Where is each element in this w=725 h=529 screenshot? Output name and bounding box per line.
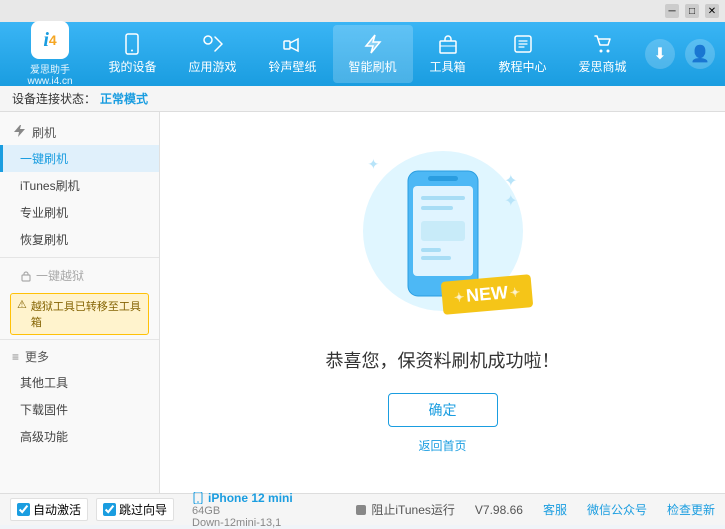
nav-ringtone-label: 铃声壁纸 xyxy=(268,58,316,75)
stop-itunes-button[interactable]: 阻止iTunes运行 xyxy=(355,501,455,518)
bottom-right: 阻止iTunes运行 V7.98.66 客服 微信公众号 检查更新 xyxy=(355,501,715,518)
nav-apps-icon xyxy=(201,33,223,55)
more-section-label: 更多 xyxy=(25,348,49,365)
back-link[interactable]: 返回首页 xyxy=(418,437,466,454)
auto-flash-check[interactable] xyxy=(17,503,30,516)
sidebar-divider-2 xyxy=(0,339,159,340)
phone-icon xyxy=(192,492,204,504)
maximize-button[interactable]: □ xyxy=(685,4,699,18)
nav-device-label: 我的设备 xyxy=(108,58,156,75)
sidebar-warning: ⚠ 越狱工具已转移至工具箱 xyxy=(10,293,149,335)
decoration-stars: ✦✦ xyxy=(504,171,517,211)
nav-toolbox-label: 工具箱 xyxy=(430,58,466,75)
auto-flash-checkbox[interactable]: 自动激活 xyxy=(10,498,88,521)
jailbreak-label: 一键越狱 xyxy=(36,267,84,284)
update-link[interactable]: 检查更新 xyxy=(667,501,715,518)
confirm-button[interactable]: 确定 xyxy=(388,393,498,427)
nav-apps-games[interactable]: 应用游戏 xyxy=(172,25,252,83)
sidebar-item-restore-flash[interactable]: 恢复刷机 xyxy=(0,226,159,253)
nav-my-device[interactable]: 我的设备 xyxy=(92,25,172,83)
nav-tutorial-icon xyxy=(512,33,534,55)
logo-name: 爱思助手 xyxy=(30,61,70,76)
skip-wizard-checkbox[interactable]: 跳过向导 xyxy=(96,498,174,521)
sidebar-item-other-tools[interactable]: 其他工具 xyxy=(0,369,159,396)
bottom-bar: 自动激活 跳过向导 iPhone 12 mini 64GB Down-12min… xyxy=(0,493,725,525)
nav-flash-label: 智能刷机 xyxy=(349,58,397,75)
decoration-star-left: ✦ xyxy=(368,156,380,173)
skip-wizard-check[interactable] xyxy=(103,503,116,516)
sidebar: 刷机 一键刷机 iTunes刷机 专业刷机 恢复刷机 一键越狱 ⚠ 越狱工具已转… xyxy=(0,112,160,493)
warning-icon: ⚠ xyxy=(17,298,27,311)
nav-ringtone-icon xyxy=(281,33,303,55)
device-name: iPhone 12 mini xyxy=(208,491,293,505)
content-area: ✦ NEW ✦ ✦✦ ✦ 恭喜您，保资料刷机成功啦！ 确定 返回首页 xyxy=(160,112,725,493)
more-section-icon: ≡ xyxy=(12,350,19,364)
sidebar-divider-1 xyxy=(0,257,159,258)
nav-bar: 我的设备 应用游戏 铃声壁纸 xyxy=(90,25,645,83)
status-bar: 设备连接状态： 正常模式 xyxy=(0,86,725,112)
download-button[interactable]: ⬇ xyxy=(645,39,675,69)
nav-store-label: 爱思商城 xyxy=(579,58,627,75)
flash-section-header: 刷机 xyxy=(0,120,159,145)
minimize-button[interactable]: ─ xyxy=(665,4,679,18)
nav-store[interactable]: 爱思商城 xyxy=(563,25,643,83)
status-value: 正常模式 xyxy=(100,90,148,107)
more-section-header: ≡ 更多 xyxy=(0,344,159,369)
nav-flash-icon xyxy=(362,33,384,55)
nav-tutorial-label: 教程中心 xyxy=(499,58,547,75)
nav-store-icon xyxy=(592,33,614,55)
success-text: 恭喜您，保资料刷机成功啦！ xyxy=(326,347,560,373)
nav-tutorial[interactable]: 教程中心 xyxy=(483,25,563,83)
flash-section-label: 刷机 xyxy=(32,124,56,141)
nav-toolbox-icon xyxy=(437,33,459,55)
main-layout: 刷机 一键刷机 iTunes刷机 专业刷机 恢复刷机 一键越狱 ⚠ 越狱工具已转… xyxy=(0,112,725,493)
nav-toolbox[interactable]: 工具箱 xyxy=(413,25,483,83)
nav-device-icon xyxy=(121,33,143,55)
wechat-link[interactable]: 微信公众号 xyxy=(587,501,647,518)
skip-wizard-label: 跳过向导 xyxy=(119,501,167,518)
sidebar-item-pro-flash[interactable]: 专业刷机 xyxy=(0,199,159,226)
header-right: ⬇ 👤 xyxy=(645,39,715,69)
logo-icon: i4 xyxy=(31,21,69,59)
nav-ringtone[interactable]: 铃声壁纸 xyxy=(252,25,332,83)
sidebar-item-jailbreak: 一键越狱 xyxy=(0,262,159,289)
new-badge: ✦ NEW ✦ xyxy=(441,274,534,315)
stop-itunes-label: 阻止iTunes运行 xyxy=(371,501,455,518)
warning-text: 越狱工具已转移至工具箱 xyxy=(31,298,142,330)
success-illustration: ✦ NEW ✦ ✦✦ ✦ xyxy=(353,151,533,331)
flash-section-icon xyxy=(12,124,26,141)
sidebar-item-itunes-flash[interactable]: iTunes刷机 xyxy=(0,172,159,199)
flash-section: 刷机 一键刷机 iTunes刷机 专业刷机 恢复刷机 xyxy=(0,120,159,253)
auto-flash-label: 自动激活 xyxy=(33,501,81,518)
stop-icon xyxy=(355,504,367,516)
service-link[interactable]: 客服 xyxy=(543,501,567,518)
logo: i4 爱思助手 www.i4.cn xyxy=(10,21,90,87)
device-storage: 64GB xyxy=(192,505,347,517)
nav-apps-label: 应用游戏 xyxy=(188,58,236,75)
sidebar-item-download-firmware[interactable]: 下载固件 xyxy=(0,396,159,423)
title-bar: ─ □ ✕ xyxy=(0,0,725,22)
more-section: ≡ 更多 其他工具 下载固件 高级功能 xyxy=(0,344,159,450)
user-button[interactable]: 👤 xyxy=(685,39,715,69)
version-text: V7.98.66 xyxy=(475,503,523,517)
header: i4 爱思助手 www.i4.cn 我的设备 应用游戏 xyxy=(0,22,725,86)
lock-icon xyxy=(20,270,32,282)
status-label: 设备连接状态： xyxy=(12,90,96,107)
close-button[interactable]: ✕ xyxy=(705,4,719,18)
nav-smart-flash[interactable]: 智能刷机 xyxy=(333,25,413,83)
logo-url: www.i4.cn xyxy=(27,76,72,87)
sidebar-item-advanced[interactable]: 高级功能 xyxy=(0,423,159,450)
sidebar-item-one-click-flash[interactable]: 一键刷机 xyxy=(0,145,159,172)
